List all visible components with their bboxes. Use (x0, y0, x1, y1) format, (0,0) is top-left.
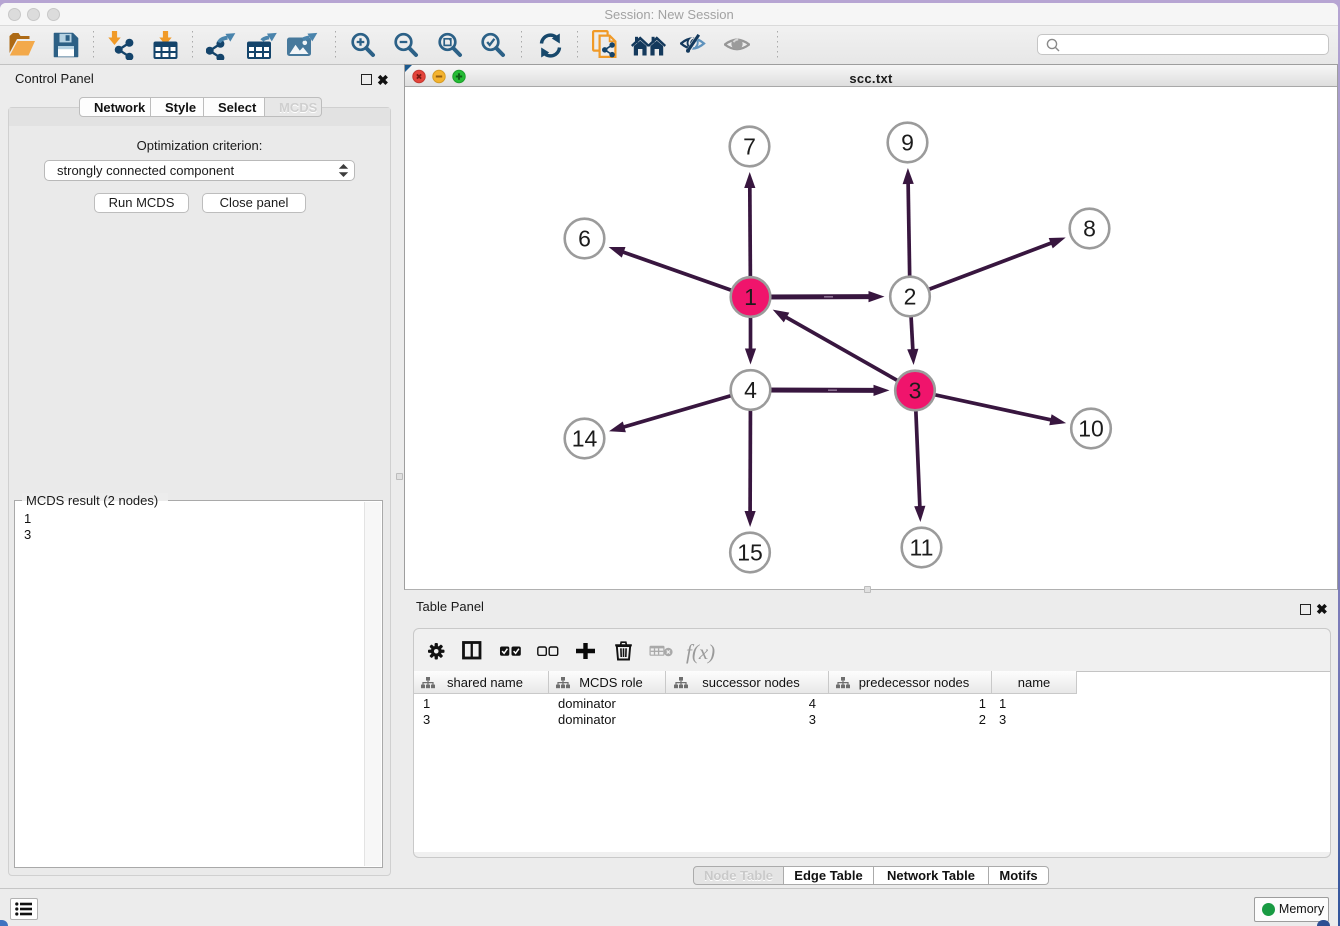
svg-text:6: 6 (578, 226, 591, 252)
svg-text:2: 2 (904, 284, 917, 310)
svg-text:3: 3 (909, 378, 922, 404)
svg-text:7: 7 (743, 134, 756, 160)
svg-text:10: 10 (1078, 416, 1104, 442)
svg-text:8: 8 (1083, 216, 1096, 242)
svg-text:14: 14 (572, 426, 598, 452)
svg-text:1: 1 (744, 284, 757, 310)
svg-text:15: 15 (737, 540, 763, 566)
svg-text:4: 4 (744, 377, 757, 403)
svg-text:9: 9 (901, 130, 914, 156)
svg-text:11: 11 (910, 535, 934, 561)
